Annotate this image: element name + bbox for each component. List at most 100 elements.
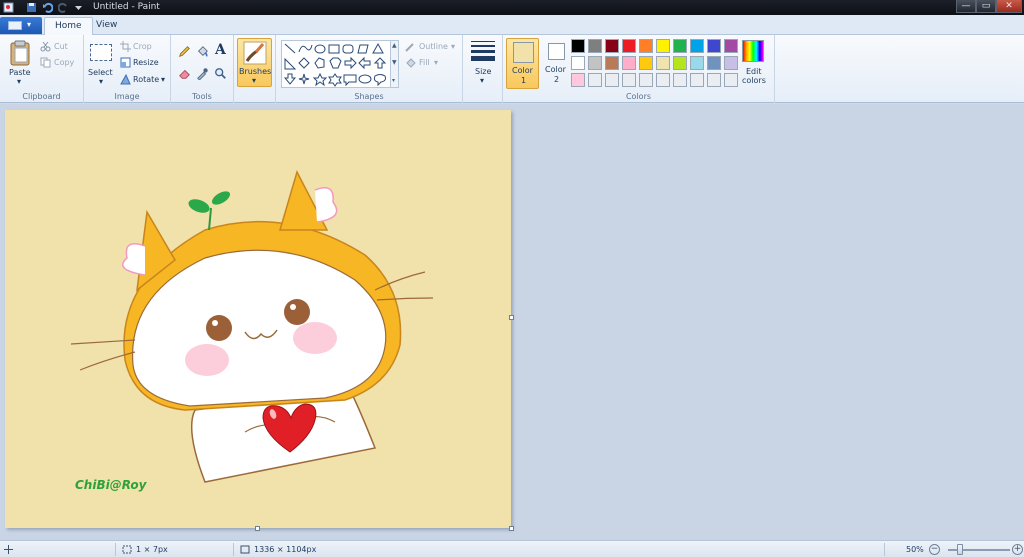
crop-button[interactable]: Crop: [133, 42, 152, 51]
callout-cloud-shape-icon[interactable]: [373, 74, 386, 87]
diamond-shape-icon[interactable]: [298, 57, 310, 69]
tab-view[interactable]: View: [86, 17, 127, 36]
right-eye-shine: [290, 304, 296, 310]
copy-button[interactable]: Copy: [54, 58, 74, 67]
callout-rectangle-shape-icon[interactable]: [343, 74, 357, 87]
palette-swatch[interactable]: [707, 56, 721, 70]
brushes-button[interactable]: Brushes ▾: [237, 38, 272, 87]
pencil-icon[interactable]: [177, 44, 192, 59]
palette-swatch[interactable]: [656, 56, 670, 70]
rectangle-shape-icon[interactable]: [328, 44, 340, 54]
scroll-up-icon[interactable]: ▲: [392, 42, 397, 49]
palette-swatch[interactable]: [605, 56, 619, 70]
paste-button[interactable]: Paste ▾: [5, 38, 35, 86]
ribbon-tabs: ▾ Home View: [0, 15, 1024, 36]
zoom-in-button[interactable]: +: [1012, 544, 1023, 555]
scroll-down-icon[interactable]: ▼: [392, 59, 397, 66]
palette-swatch[interactable]: [622, 73, 636, 87]
drawing-canvas[interactable]: ChiBi@Roy: [5, 110, 511, 528]
gallery-expand-icon[interactable]: ▾: [392, 77, 395, 84]
palette-swatch[interactable]: [571, 56, 585, 70]
cursor-position-icon: [4, 545, 13, 554]
canvas-resize-handle-bottom[interactable]: [255, 526, 260, 531]
select-button[interactable]: Select ▾: [87, 38, 117, 86]
color-picker-icon[interactable]: [195, 66, 210, 81]
shapes-scrollbar[interactable]: ▲ ▼ ▾: [390, 40, 399, 88]
cut-button[interactable]: Cut: [54, 42, 68, 51]
up-arrow-shape-icon[interactable]: [373, 57, 387, 69]
triangle-shape-icon[interactable]: [372, 42, 384, 54]
palette-swatch[interactable]: [707, 73, 721, 87]
palette-swatch[interactable]: [622, 56, 636, 70]
six-point-star-shape-icon[interactable]: [328, 73, 342, 87]
palette-swatch[interactable]: [724, 73, 738, 87]
callout-oval-shape-icon[interactable]: [358, 74, 372, 84]
maximize-button[interactable]: ▭: [976, 0, 996, 13]
palette-swatch[interactable]: [690, 73, 704, 87]
palette-swatch[interactable]: [588, 39, 602, 53]
palette-swatch[interactable]: [690, 56, 704, 70]
undo-icon[interactable]: [42, 2, 53, 13]
right-arrow-shape-icon[interactable]: [344, 56, 357, 70]
palette-swatch[interactable]: [622, 39, 636, 53]
right-triangle-shape-icon[interactable]: [284, 57, 297, 70]
scissors-icon: [40, 41, 51, 52]
redo-icon[interactable]: [58, 2, 69, 13]
minimize-button[interactable]: —: [956, 0, 976, 13]
canvas-resize-handle-corner[interactable]: [509, 526, 514, 531]
palette-swatch[interactable]: [639, 73, 653, 87]
palette-swatch[interactable]: [588, 56, 602, 70]
palette-swatch[interactable]: [588, 73, 602, 87]
five-point-star-shape-icon[interactable]: [312, 72, 328, 87]
rounded-rectangle-shape-icon[interactable]: [342, 44, 354, 54]
customize-quick-access-icon[interactable]: [73, 2, 84, 13]
text-tool-icon[interactable]: A: [215, 42, 226, 58]
color1-button[interactable]: Color 1: [506, 38, 539, 89]
palette-swatch[interactable]: [571, 73, 585, 87]
left-blush: [185, 344, 229, 376]
outline-button[interactable]: Outline: [419, 42, 448, 51]
palette-swatch[interactable]: [690, 39, 704, 53]
magnifier-icon[interactable]: [213, 66, 228, 81]
palette-swatch[interactable]: [605, 73, 619, 87]
resize-button[interactable]: Resize: [133, 58, 159, 67]
polygon-shape-icon[interactable]: [357, 44, 369, 54]
zoom-slider-thumb[interactable]: [957, 544, 964, 555]
canvas-resize-handle-right[interactable]: [509, 315, 514, 320]
close-button[interactable]: ✕: [996, 0, 1022, 13]
palette-swatch[interactable]: [673, 73, 687, 87]
clipboard-icon: [10, 40, 30, 66]
palette-swatch[interactable]: [707, 39, 721, 53]
left-arrow-shape-icon[interactable]: [358, 56, 371, 70]
fill-button[interactable]: Fill: [419, 58, 430, 67]
fill-bucket-icon[interactable]: [195, 44, 210, 59]
palette-swatch[interactable]: [724, 39, 738, 53]
zoom-out-button[interactable]: −: [929, 544, 940, 555]
pentagon-shape-icon[interactable]: [314, 57, 325, 69]
palette-swatch[interactable]: [673, 39, 687, 53]
workspace[interactable]: ChiBi@Roy: [0, 104, 1024, 540]
eraser-icon[interactable]: [177, 66, 192, 81]
save-icon[interactable]: [26, 2, 37, 13]
hexagon-shape-icon[interactable]: [329, 57, 342, 69]
oval-shape-icon[interactable]: [314, 44, 326, 54]
palette-swatch[interactable]: [571, 39, 585, 53]
rotate-button[interactable]: Rotate: [133, 75, 159, 84]
curve-shape-icon[interactable]: [298, 44, 313, 53]
four-point-star-shape-icon[interactable]: [298, 73, 310, 85]
color2-button[interactable]: Color 2: [543, 38, 573, 89]
palette-swatch[interactable]: [639, 56, 653, 70]
palette-swatch[interactable]: [605, 39, 619, 53]
line-shape-icon[interactable]: [284, 43, 296, 54]
down-arrow-shape-icon[interactable]: [283, 73, 297, 85]
palette-swatch[interactable]: [639, 39, 653, 53]
palette-swatch[interactable]: [656, 39, 670, 53]
line-size-icon: [471, 41, 495, 63]
paint-menu-button[interactable]: ▾: [0, 17, 42, 34]
size-group[interactable]: Size ▾: [463, 35, 503, 103]
edit-colors-label[interactable]: colors: [742, 76, 766, 85]
palette-swatch[interactable]: [673, 56, 687, 70]
edit-colors-button[interactable]: Edit: [746, 67, 762, 76]
palette-swatch[interactable]: [724, 56, 738, 70]
palette-swatch[interactable]: [656, 73, 670, 87]
